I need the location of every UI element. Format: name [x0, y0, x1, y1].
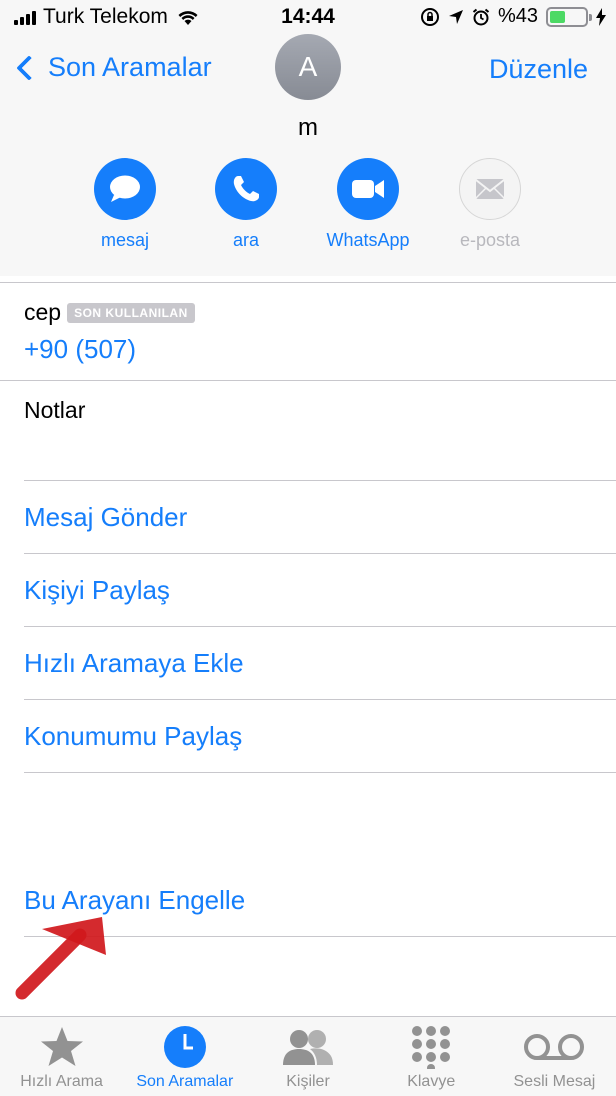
avatar-initial: A: [298, 51, 318, 82]
tab-voicemail-label: Sesli Mesaj: [513, 1073, 596, 1090]
star-icon: [39, 1025, 85, 1069]
add-favorite-row[interactable]: Hızlı Aramaya Ekle: [24, 627, 616, 700]
battery-level-fill: [550, 10, 565, 23]
tab-bar: Hızlı Arama Son Aramalar Kişiler Klavye …: [0, 1016, 616, 1096]
notes-row[interactable]: Notlar: [24, 381, 616, 481]
phone-type-label: cep: [24, 299, 62, 325]
tab-keypad[interactable]: Klavye: [370, 1017, 493, 1096]
tab-contacts[interactable]: Kişiler: [246, 1017, 369, 1096]
orientation-lock-icon: [420, 7, 440, 27]
keypad-icon: [409, 1025, 453, 1069]
phone-icon: [215, 158, 277, 220]
contacts-icon: [280, 1025, 336, 1069]
tab-recents[interactable]: Son Aramalar: [123, 1017, 246, 1096]
voicemail-icon: [522, 1025, 586, 1069]
video-icon: [337, 158, 399, 220]
alarm-icon: [472, 8, 490, 26]
contact-header: Son Aramalar A Düzenle m mesaj ara Whats…: [0, 34, 616, 276]
contact-name: m: [298, 114, 318, 141]
phone-row: cep SON KULLANILAN +90 (507): [0, 282, 616, 381]
share-location-link[interactable]: Konumumu Paylaş: [24, 721, 242, 752]
email-action-label: e-posta: [459, 230, 521, 250]
tab-favorites-label: Hızlı Arama: [20, 1073, 103, 1090]
status-bar: Turk Telekom 14:44 %43: [0, 0, 616, 34]
mail-icon: [459, 158, 521, 220]
whatsapp-action-button[interactable]: WhatsApp: [308, 158, 428, 251]
message-action-label: mesaj: [100, 230, 149, 250]
annotation-arrow-icon: [15, 917, 106, 1000]
call-action-button[interactable]: ara: [186, 158, 306, 251]
back-button[interactable]: Son Aramalar: [12, 52, 212, 83]
share-contact-link[interactable]: Kişiyi Paylaş: [24, 575, 170, 606]
message-action-button[interactable]: mesaj: [65, 158, 185, 251]
avatar: A: [275, 34, 341, 100]
battery-icon: [546, 6, 592, 27]
battery-percent: %43: [497, 5, 538, 27]
tab-keypad-label: Klavye: [407, 1073, 456, 1090]
send-message-row[interactable]: Mesaj Gönder: [24, 481, 616, 554]
send-message-link[interactable]: Mesaj Gönder: [24, 502, 187, 533]
email-action-button[interactable]: e-posta: [430, 158, 550, 251]
tab-contacts-label: Kişiler: [286, 1073, 330, 1090]
back-button-label: Son Aramalar: [48, 52, 212, 82]
recent-badge: SON KULLANILAN: [67, 302, 195, 323]
notes-label: Notlar: [24, 397, 86, 423]
tab-favorites[interactable]: Hızlı Arama: [0, 1017, 123, 1096]
clock-icon: [163, 1025, 207, 1069]
charging-icon: [596, 7, 606, 26]
share-location-row[interactable]: Konumumu Paylaş: [24, 700, 616, 773]
add-favorite-link[interactable]: Hızlı Aramaya Ekle: [24, 648, 244, 679]
tab-recents-label: Son Aramalar: [136, 1073, 234, 1090]
phone-label-row: cep SON KULLANILAN: [24, 299, 616, 326]
status-icons: %43: [420, 5, 606, 28]
tab-voicemail[interactable]: Sesli Mesaj: [493, 1017, 616, 1096]
edit-button[interactable]: Düzenle: [489, 54, 588, 85]
location-icon: [448, 9, 464, 25]
share-contact-row[interactable]: Kişiyi Paylaş: [24, 554, 616, 627]
phone-number[interactable]: +90 (507): [24, 334, 616, 365]
message-icon: [94, 158, 156, 220]
call-action-label: ara: [232, 230, 259, 250]
chevron-left-icon: [16, 54, 42, 81]
whatsapp-action-label: WhatsApp: [326, 230, 410, 250]
